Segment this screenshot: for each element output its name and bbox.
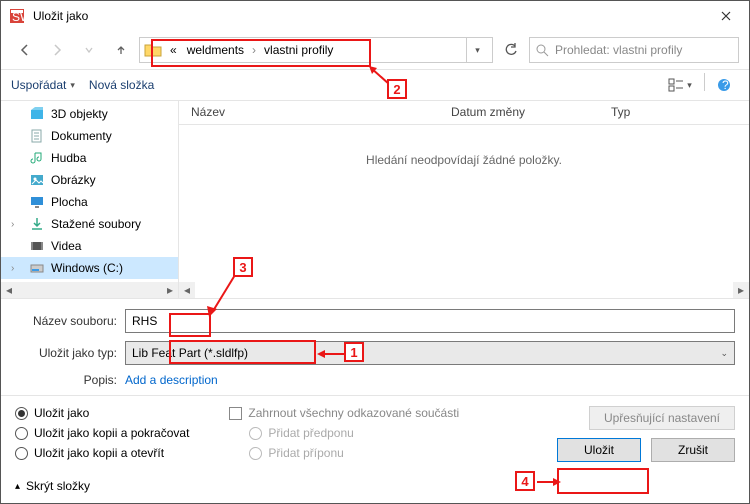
scroll-right-icon[interactable]: ▸ [162, 282, 178, 298]
close-button[interactable] [703, 1, 749, 31]
organize-label: Uspořádat [11, 78, 66, 92]
description-link[interactable]: Add a description [125, 373, 218, 387]
radio-icon [249, 447, 262, 460]
chevron-down-icon: ⌄ [720, 348, 728, 359]
radio-save-copy-continue[interactable]: Uložit jako kopii a pokračovat [15, 426, 189, 440]
tree-item-desktop[interactable]: Plocha [1, 191, 178, 213]
window-title: Uložit jako [33, 9, 703, 23]
search-placeholder: Prohledat: vlastni profily [555, 43, 682, 57]
scroll-right-icon[interactable]: ▸ [733, 282, 749, 298]
radio-icon [15, 447, 28, 460]
advanced-button[interactable]: Upřesňující nastavení [589, 406, 735, 430]
breadcrumb[interactable]: « weldments › vlastni profily ▾ [139, 37, 493, 63]
save-button[interactable]: Uložit [557, 438, 641, 462]
cancel-button[interactable]: Zrušit [651, 438, 735, 462]
col-date[interactable]: Datum změny [439, 101, 599, 124]
radio-icon [15, 427, 28, 440]
expand-icon[interactable]: › [11, 263, 14, 274]
tree-item-documents[interactable]: Dokumenty [1, 125, 178, 147]
filetype-value: Lib Feat Part (*.sldlfp) [132, 346, 248, 360]
options-row: Uložit jako Uložit jako kopii a pokračov… [1, 395, 749, 462]
crumb-vlastni-profily[interactable]: vlastni profily [260, 38, 337, 62]
filename-input[interactable] [125, 309, 735, 333]
chevron-down-icon: ▾ [70, 80, 75, 91]
tree-item-downloads[interactable]: ›Stažené soubory [1, 213, 178, 235]
refresh-button[interactable] [497, 37, 525, 63]
save-as-dialog: SW Uložit jako « weldments › vlastni pro… [0, 0, 750, 504]
annotation-number-1: 1 [344, 342, 364, 362]
tree-item-3d-objects[interactable]: 3D objekty [1, 103, 178, 125]
hide-folders-link[interactable]: Skrýt složky [26, 479, 90, 493]
expand-icon[interactable]: › [11, 219, 14, 230]
radio-icon [249, 427, 262, 440]
navbar: « weldments › vlastni profily ▾ Prohleda… [1, 31, 749, 69]
annotation-number-2: 2 [387, 79, 407, 99]
tree-item-windows-c[interactable]: ›Windows (C:) [1, 257, 178, 279]
tree-item-videos[interactable]: Videa [1, 235, 178, 257]
annotation-number-3: 3 [233, 257, 253, 277]
scroll-left-icon[interactable]: ◂ [1, 282, 17, 298]
organize-menu[interactable]: Uspořádat ▾ [11, 78, 75, 92]
col-name[interactable]: Název [179, 101, 439, 124]
description-label: Popis: [15, 373, 125, 387]
filetype-label: Uložit jako typ: [15, 346, 125, 360]
col-type[interactable]: Typ [599, 101, 749, 124]
file-fields: Název souboru: Uložit jako typ: Lib Feat… [1, 299, 749, 391]
tree-item-music[interactable]: Hudba [1, 147, 178, 169]
titlebar: SW Uložit jako [1, 1, 749, 31]
search-icon [536, 44, 549, 57]
save-mode-radios: Uložit jako Uložit jako kopii a pokračov… [15, 404, 189, 462]
radio-save-copy-open[interactable]: Uložit jako kopii a otevřít [15, 446, 189, 460]
chevron-right-icon: › [250, 43, 258, 57]
forward-button[interactable] [43, 36, 71, 64]
folder-tree[interactable]: 3D objekty Dokumenty Hudba Obrázky Ploch… [1, 101, 179, 298]
filetype-select[interactable]: Lib Feat Part (*.sldlfp) ⌄ [125, 341, 735, 365]
folder-icon [144, 42, 162, 58]
up-button[interactable] [107, 36, 135, 64]
scroll-left-icon[interactable]: ◂ [179, 282, 195, 298]
tree-scrollbar[interactable]: ◂ ▸ [1, 282, 178, 298]
annotation-number-4: 4 [515, 471, 535, 491]
svg-text:SW: SW [12, 10, 25, 24]
main-area: 3D objekty Dokumenty Hudba Obrázky Ploch… [1, 101, 749, 299]
footer: ▴ Skrýt složky [1, 469, 749, 503]
list-scrollbar[interactable]: ◂ ▸ [179, 282, 749, 298]
back-button[interactable] [11, 36, 39, 64]
include-refs-group: Zahrnout všechny odkazované součásti Při… [229, 404, 459, 462]
search-input[interactable]: Prohledat: vlastni profily [529, 37, 739, 63]
app-icon: SW [9, 8, 25, 24]
radio-save-as[interactable]: Uložit jako [15, 406, 189, 420]
help-button[interactable]: ? [709, 73, 739, 97]
check-include-refs[interactable]: Zahrnout všechny odkazované součásti [229, 406, 459, 420]
toolbar: Uspořádat ▾ Nová složka ▾ ? [1, 69, 749, 101]
tree-item-pictures[interactable]: Obrázky [1, 169, 178, 191]
breadcrumb-dropdown[interactable]: ▾ [466, 38, 488, 62]
list-header: Název Datum změny Typ [179, 101, 749, 125]
file-list[interactable]: Název Datum změny Typ Hledání neodpovída… [179, 101, 749, 298]
radio-add-prefix: Přidat předponu [249, 426, 459, 440]
recent-dropdown[interactable] [75, 36, 103, 64]
svg-text:?: ? [722, 78, 729, 92]
new-folder-label: Nová složka [89, 78, 154, 92]
crumb-weldments[interactable]: weldments [183, 38, 248, 62]
view-options-button[interactable]: ▾ [660, 73, 700, 97]
radio-add-suffix: Přidat příponu [249, 446, 459, 460]
crumb-prefix[interactable]: « [166, 38, 181, 62]
new-folder-button[interactable]: Nová složka [89, 78, 154, 92]
filename-label: Název souboru: [15, 314, 125, 328]
checkbox-icon [229, 407, 242, 420]
radio-icon [15, 407, 28, 420]
caret-up-icon[interactable]: ▴ [15, 481, 20, 492]
empty-message: Hledání neodpovídají žádné položky. [179, 153, 749, 167]
